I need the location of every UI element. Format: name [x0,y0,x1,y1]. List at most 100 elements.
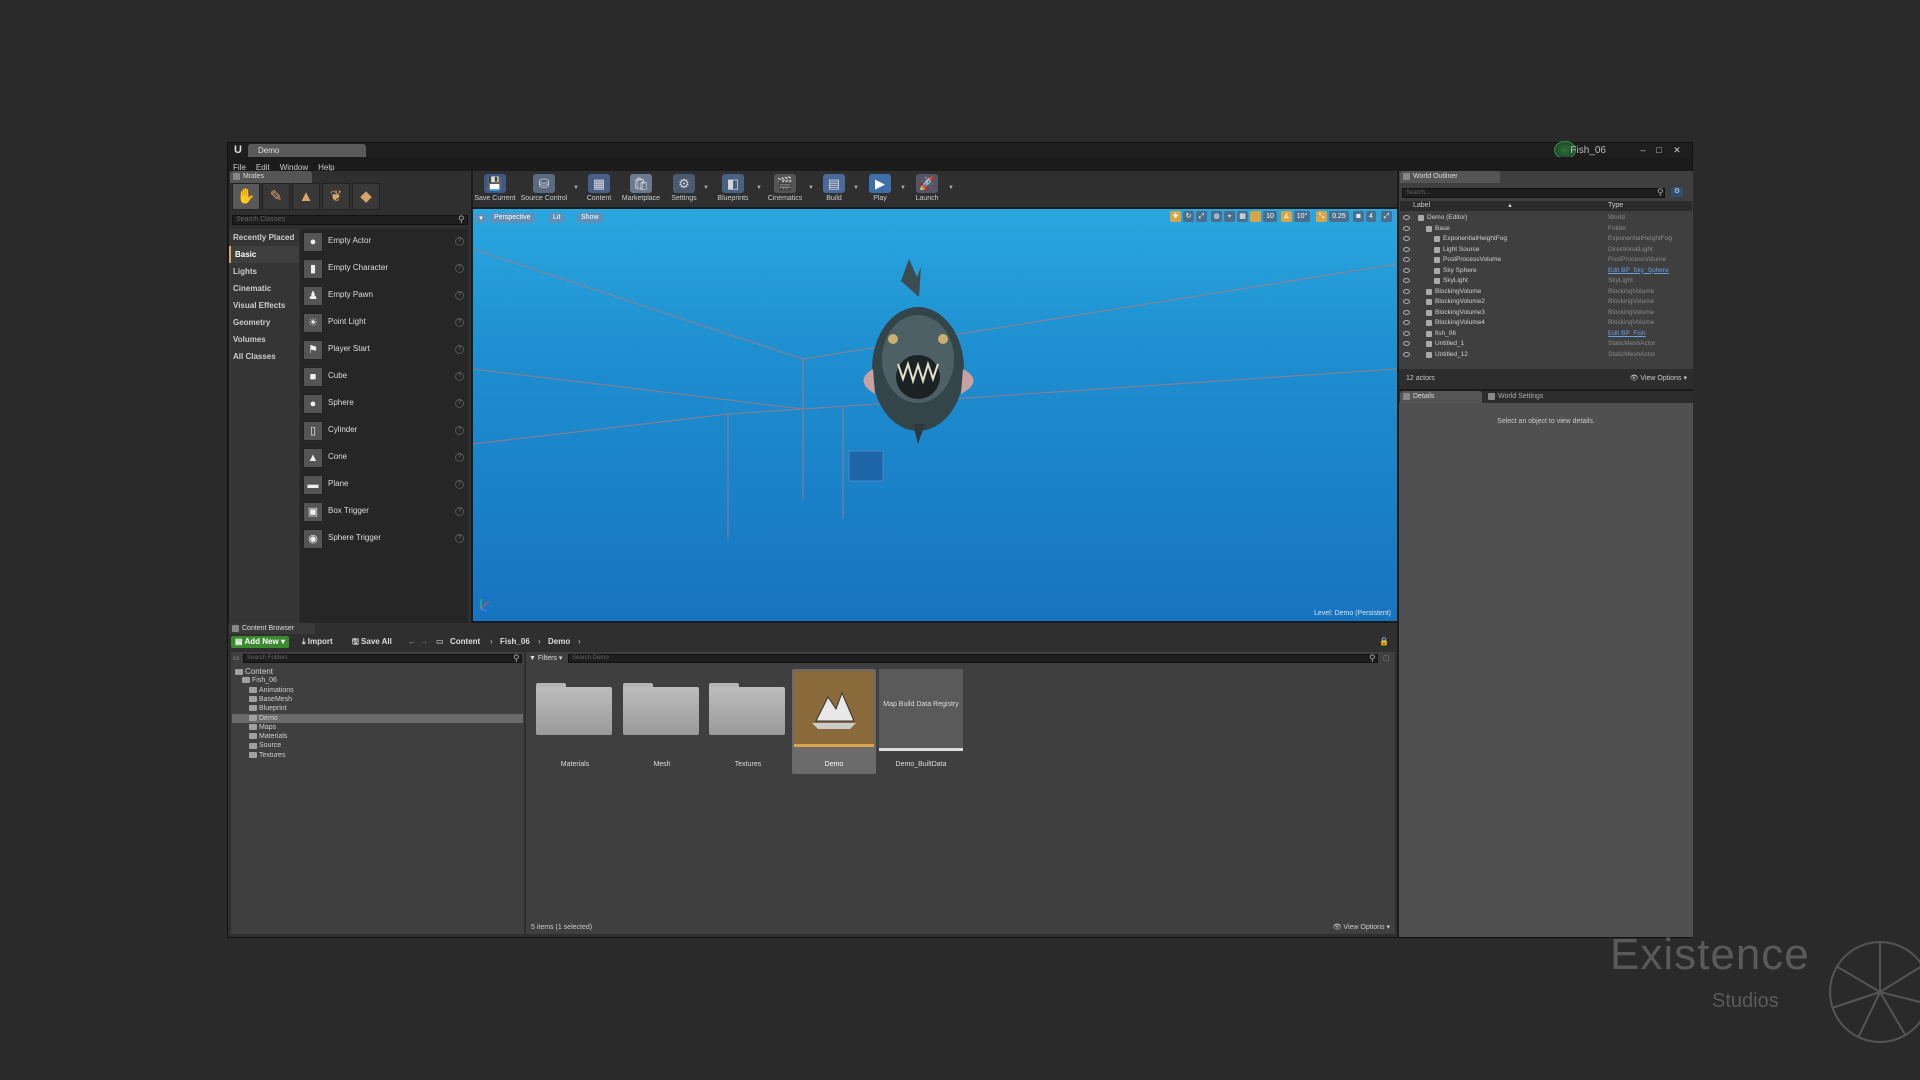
folder-tree-item[interactable]: Content [235,667,524,676]
outliner-row[interactable]: BlockingVolume BlockingVolume [1400,287,1680,297]
play-dropdown-icon[interactable]: ▼ [900,185,906,191]
save-all-button[interactable]: 🖫 Save All [348,636,396,648]
outliner-row[interactable]: BlockingVolume4 BlockingVolume [1400,318,1680,328]
actor-item[interactable]: ● Empty Actor? [300,229,468,256]
actor-item[interactable]: ■ Cube? [300,364,468,391]
landscape-mode-icon[interactable]: ▲ [292,183,320,210]
surface-snap-icon[interactable]: ⌖ [1224,211,1235,222]
path-segment[interactable]: Fish_06 [496,636,534,648]
outliner-row[interactable]: SkyLight SkyLight [1400,276,1680,286]
visibility-eye-icon[interactable] [1403,330,1410,336]
grid-snap-value[interactable]: 10 [1263,211,1277,222]
asset-level-demo[interactable]: Demo [792,669,876,774]
visibility-eye-icon[interactable] [1403,236,1410,241]
maximize-viewport-icon[interactable]: ⤢ [1381,211,1392,222]
settings-button[interactable]: ⚙ Settings [665,171,703,207]
scale-tool-icon[interactable]: ⤢ [1196,211,1207,222]
help-icon[interactable]: ? [455,237,464,246]
category-geometry[interactable]: Geometry [229,314,299,331]
import-button[interactable]: ⤓ Import [298,636,337,648]
outliner-search-input[interactable]: Search... [1402,188,1665,198]
actor-item[interactable]: ● Sphere? [300,391,468,418]
launch-button[interactable]: 🚀 Launch [907,171,947,207]
actor-item[interactable]: ▮ Empty Character? [300,256,468,283]
settings-dropdown-icon[interactable]: ▼ [703,185,709,191]
actor-item[interactable]: ▯ Cylinder? [300,418,468,445]
help-icon[interactable]: ? [455,264,464,273]
sources-toggle-icon[interactable]: ▭ [233,654,240,662]
asset-folder-materials[interactable]: Materials [533,669,617,774]
outliner-row[interactable]: Untitled_12 StaticMeshActor [1400,350,1680,360]
visibility-eye-icon[interactable] [1403,341,1410,346]
folder-tree-item[interactable]: Materials [249,732,524,741]
save-search-icon[interactable]: ▢ [1383,654,1390,662]
actor-item[interactable]: ◉ Sphere Trigger? [300,526,468,553]
rotation-snap-value[interactable]: 10° [1294,211,1310,222]
folder-tree-item[interactable]: Maps [249,723,524,732]
paint-mode-icon[interactable]: ✎ [262,183,290,210]
visibility-eye-icon[interactable] [1403,278,1410,283]
search-assets-input[interactable]: Search Demo [568,654,1378,663]
close-button[interactable]: ✕ [1670,145,1684,155]
cinematics-dropdown-icon[interactable]: ▼ [808,185,814,191]
outliner-row[interactable]: BlockingVolume2 BlockingVolume [1400,297,1680,307]
help-icon[interactable]: ? [455,291,464,300]
build-dropdown-icon[interactable]: ▼ [853,185,859,191]
geometry-mode-icon[interactable]: ◆ [352,183,380,210]
save-current-button[interactable]: 💾 Save Current [473,171,517,207]
foliage-mode-icon[interactable]: ❦ [322,183,350,210]
grid-snap-toggle[interactable] [1250,211,1261,222]
category-lights[interactable]: Lights [229,263,299,280]
lock-icon[interactable]: 🔒 [1375,636,1393,648]
category-volumes[interactable]: Volumes [229,331,299,348]
translate-tool-icon[interactable]: ✥ [1170,211,1181,222]
world-space-icon[interactable]: ◍ [1211,211,1222,222]
visibility-eye-icon[interactable] [1403,299,1410,304]
help-icon[interactable]: ? [455,507,464,516]
actor-item[interactable]: ▣ Box Trigger? [300,499,468,526]
world-settings-tab[interactable]: World Settings [1485,391,1571,403]
label-column-header[interactable]: Label [1413,201,1430,211]
outliner-row[interactable]: Light Source DirectionalLight [1400,245,1680,255]
folder-tree-item[interactable]: Demo [232,713,523,723]
path-segment[interactable]: Demo [544,636,574,648]
visibility-eye-icon[interactable] [1403,215,1410,220]
actor-item[interactable]: ▬ Plane? [300,472,468,499]
visibility-eye-icon[interactable] [1403,267,1410,273]
visibility-eye-icon[interactable] [1403,351,1410,357]
category-recently-placed[interactable]: Recently Placed [229,229,299,246]
source-control-dropdown-icon[interactable]: ▼ [573,185,579,191]
folder-tree-item[interactable]: Fish_06 [242,676,524,685]
outliner-row[interactable]: PostProcessVolume PostProcessVolume [1400,255,1680,265]
grid-snap-icon[interactable]: ▦ [1237,211,1248,222]
scale-snap-icon[interactable]: ⤡ [1316,211,1327,222]
outliner-row[interactable]: Untitled_1 StaticMeshActor [1400,339,1680,349]
help-icon[interactable]: ? [455,345,464,354]
place-mode-icon[interactable]: ✋ [232,183,260,210]
asset-folder-textures[interactable]: Textures [706,669,790,774]
rotate-tool-icon[interactable]: ↻ [1183,211,1194,222]
outliner-row[interactable]: Demo (Editor) World [1400,213,1680,223]
edit-blueprint-link[interactable]: Edit BP_Sky_Sphere [1608,266,1669,276]
search-classes-input[interactable]: Search Classes [232,215,468,225]
level-viewport[interactable]: ▾ Perspective Lit Show ✥ ↻ ⤢ ◍ ⌖ ▦ 10 ∡ … [473,209,1397,621]
type-column-header[interactable]: Type [1608,201,1623,211]
outliner-view-options-button[interactable]: 👁 View Options ▾ [1630,369,1687,389]
help-icon[interactable]: ? [455,399,464,408]
folder-tree-item[interactable]: BaseMesh [249,695,524,704]
outliner-row[interactable]: ExponentialHeightFog ExponentialHeightFog [1400,234,1680,244]
actor-item[interactable]: ♟ Empty Pawn? [300,283,468,310]
folder-tree-item[interactable]: Source [249,741,524,750]
level-document-tab[interactable]: Demo [248,144,366,157]
camera-speed-icon[interactable]: ◙ [1353,211,1364,222]
visibility-eye-icon[interactable] [1403,320,1410,325]
launch-dropdown-icon[interactable]: ▼ [948,185,954,191]
actor-item[interactable]: ▲ Cone? [300,445,468,472]
content-button[interactable]: ▦ Content [581,171,617,207]
viewport-options-icon[interactable]: ▾ [476,214,486,223]
outliner-row[interactable]: Base Folder [1400,224,1680,234]
outliner-row[interactable]: BlockingVolume3 BlockingVolume [1400,308,1680,318]
folder-tree-item[interactable]: Animations [249,686,524,695]
add-new-button[interactable]: ▤ Add New ▾ [231,636,289,648]
world-outliner-tab[interactable]: World Outliner [1400,171,1500,183]
